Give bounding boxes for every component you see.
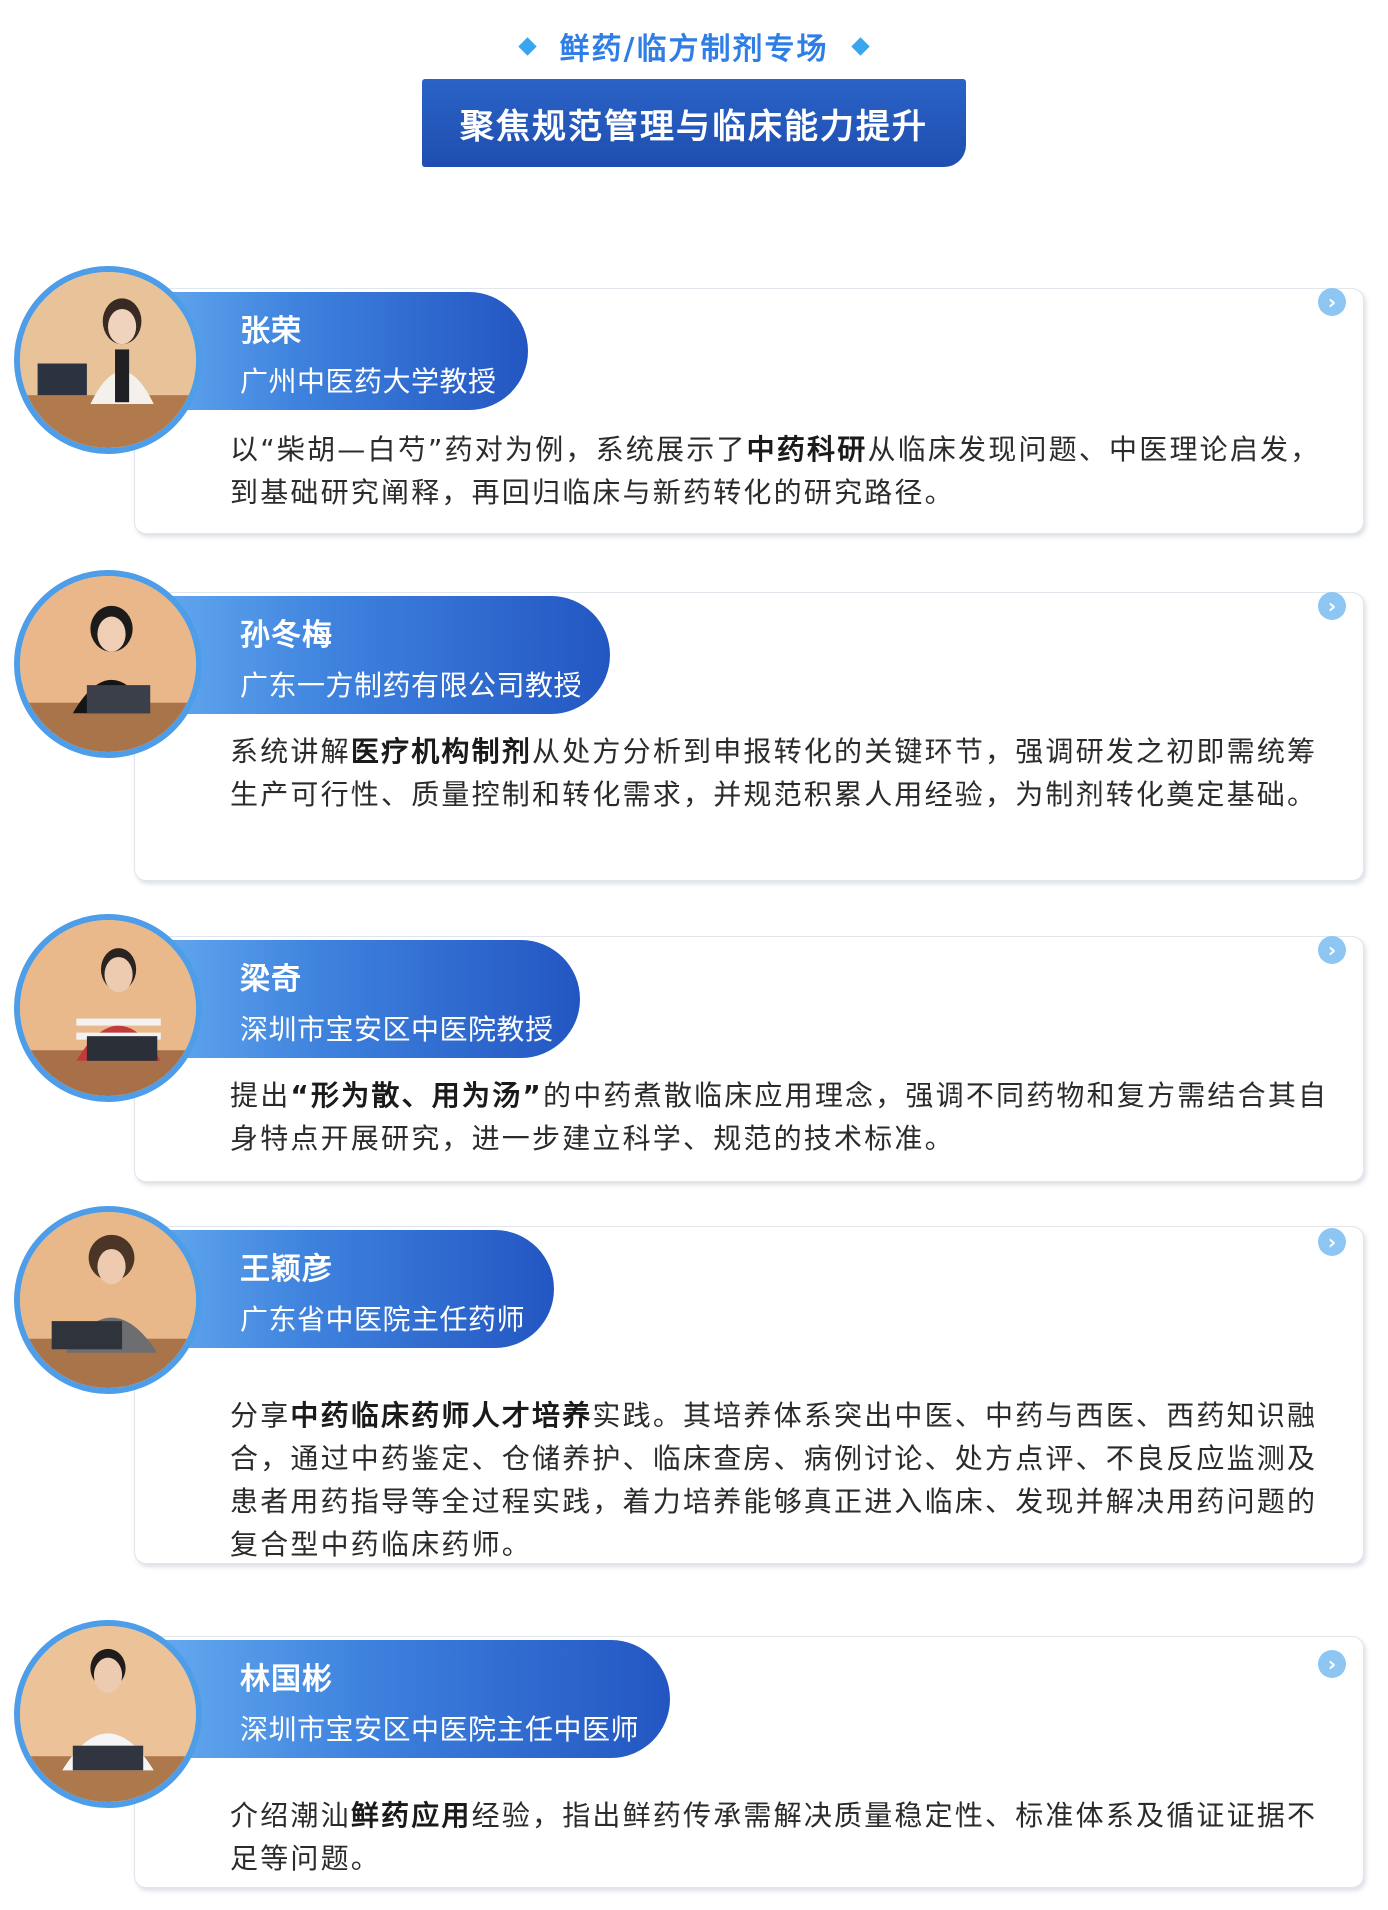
speaker-photo [14,1206,202,1394]
speaker-description: 分享中药临床药师人才培养实践。其培养体系突出中医、中药与西医、西药知识融合，通过… [230,1394,1340,1566]
desc-highlight: 医疗机构制剂 [350,735,533,768]
speaker-description: 提出“形为散、用为汤”的中药煮散临床应用理念，强调不同药物和复方需结合其自身特点… [230,1074,1340,1160]
desc-highlight: 中药临床药师人才培养 [290,1399,593,1432]
chevron-right-circle-icon[interactable]: › [1318,1650,1346,1678]
speaker-photo [14,914,202,1102]
desc-highlight: 中药科研 [746,433,868,466]
speaker-role: 深圳市宝安区中医院教授 [240,1013,554,1046]
speaker-role: 广东省中医院主任药师 [240,1303,526,1336]
speaker-name: 梁奇 [240,962,302,997]
page-title: 聚焦规范管理与临床能力提升 [422,79,966,167]
diamond-icon [851,36,871,56]
chevron-right-circle-icon[interactable]: › [1318,1228,1346,1256]
diamond-icon [517,36,537,56]
speaker-name: 孙冬梅 [240,618,333,653]
desc-highlight: “形为散、用为汤” [290,1079,544,1112]
speaker-name: 林国彬 [240,1662,333,1697]
chevron-right-circle-icon[interactable]: › [1318,592,1346,620]
speaker-role: 深圳市宝安区中医院主任中医师 [240,1713,640,1746]
desc-text: 介绍潮汕 [230,1799,351,1832]
desc-text: 提出 [230,1079,291,1112]
speaker-role: 广州中医药大学教授 [240,365,497,398]
speaker-photo [14,1620,202,1808]
speaker-description: 介绍潮汕鲜药应用经验，指出鲜药传承需解决质量稳定性、标准体系及循证证据不足等问题… [230,1794,1340,1880]
desc-highlight: 鲜药应用 [350,1799,472,1832]
speaker-photo [14,570,202,758]
desc-text: 以“柴胡—白芍”药对为例，系统展示了 [230,433,747,466]
section-label: 鲜药/临方制剂专场 [0,24,1388,68]
speaker-name: 张荣 [240,314,302,349]
speaker-photo [14,266,202,454]
speaker-description: 系统讲解医疗机构制剂从处方分析到申报转化的关键环节，强调研发之初即需统筹生产可行… [230,730,1340,816]
speaker-name: 王颖彦 [240,1252,333,1287]
chevron-right-circle-icon[interactable]: › [1318,288,1346,316]
desc-text: 系统讲解 [230,735,351,768]
section-label-text: 鲜药/临方制剂专场 [559,32,829,67]
chevron-right-circle-icon[interactable]: › [1318,936,1346,964]
desc-text: 分享 [230,1399,291,1432]
speaker-role: 广东一方制药有限公司教授 [240,669,583,702]
speaker-description: 以“柴胡—白芍”药对为例，系统展示了中药科研从临床发现问题、中医理论启发，到基础… [230,428,1340,514]
